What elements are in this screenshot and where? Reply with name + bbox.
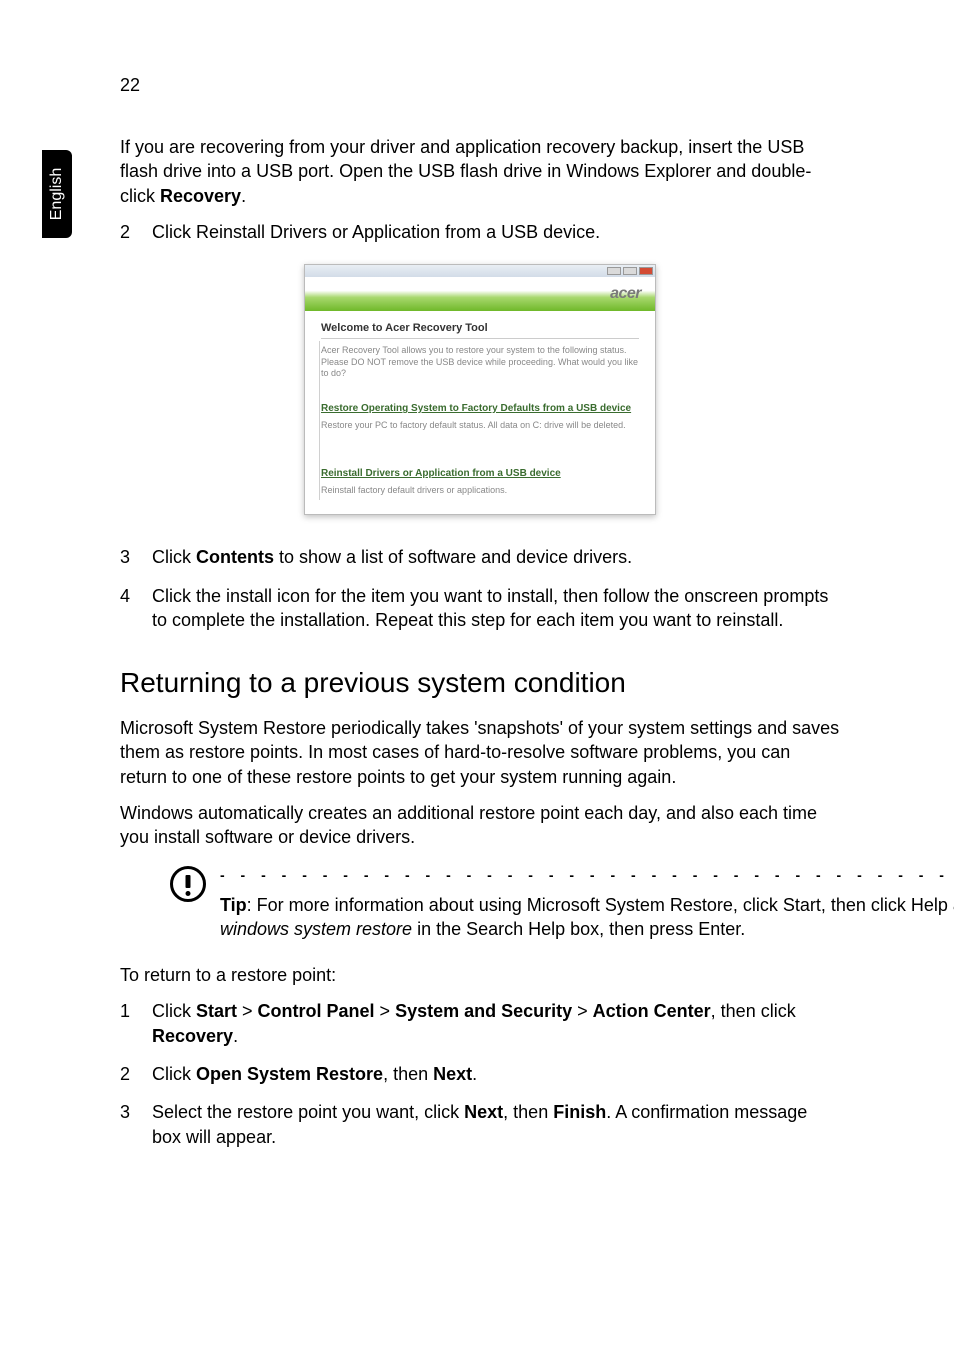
text-bold: Recovery bbox=[152, 1026, 233, 1046]
step-text: Click Contents to show a list of softwar… bbox=[152, 545, 840, 569]
text-fragment: > bbox=[375, 1001, 396, 1021]
divider-line bbox=[319, 341, 320, 500]
return-intro: To return to a restore point: bbox=[120, 963, 840, 987]
minimize-icon bbox=[607, 267, 621, 275]
restore-os-link[interactable]: Restore Operating System to Factory Defa… bbox=[321, 402, 639, 416]
text-bold: Next bbox=[433, 1064, 472, 1084]
close-icon bbox=[639, 267, 653, 275]
screenshot-title: Welcome to Acer Recovery Tool bbox=[321, 321, 639, 336]
return-step-3: 3 Select the restore point you want, cli… bbox=[120, 1100, 840, 1149]
step-2: 2 Click Reinstall Drivers or Application… bbox=[120, 220, 840, 244]
alert-icon bbox=[170, 866, 206, 902]
text-fragment: > bbox=[242, 1001, 258, 1021]
text-fragment: > bbox=[572, 1001, 593, 1021]
text-fragment: . bbox=[233, 1026, 238, 1046]
language-label: English bbox=[48, 168, 66, 220]
step-4: 4 Click the install icon for the item yo… bbox=[120, 584, 840, 633]
brand-bar: acer bbox=[305, 277, 655, 311]
step-num: 3 bbox=[120, 1100, 152, 1149]
step-text: Click Start > Control Panel > System and… bbox=[152, 999, 840, 1048]
return-step-1: 1 Click Start > Control Panel > System a… bbox=[120, 999, 840, 1048]
text-fragment: . bbox=[472, 1064, 477, 1084]
reinstall-drivers-desc: Reinstall factory default drivers or app… bbox=[321, 485, 639, 497]
text-fragment: to show a list of software and device dr… bbox=[274, 547, 632, 567]
step-list-top: 2 Click Reinstall Drivers or Application… bbox=[120, 220, 840, 244]
page-content: If you are recovering from your driver a… bbox=[120, 135, 840, 1167]
reinstall-drivers-link[interactable]: Reinstall Drivers or Application from a … bbox=[321, 467, 639, 481]
return-step-2: 2 Click Open System Restore, then Next. bbox=[120, 1062, 840, 1086]
text-bold: Contents bbox=[196, 547, 274, 567]
return-steps: 1 Click Start > Control Panel > System a… bbox=[120, 999, 840, 1148]
window-titlebar bbox=[305, 265, 655, 277]
step-num: 3 bbox=[120, 545, 152, 569]
tip-text: Tip: For more information about using Mi… bbox=[220, 893, 954, 942]
restore-os-desc: Restore your PC to factory default statu… bbox=[321, 420, 639, 432]
language-tab: English bbox=[42, 150, 72, 238]
text-bold: Action Center bbox=[593, 1001, 711, 1021]
acer-logo: acer bbox=[610, 283, 641, 305]
step-text: Click Open System Restore, then Next. bbox=[152, 1062, 840, 1086]
tip-block: - - - - - - - - - - - - - - - - - - - - … bbox=[170, 866, 840, 941]
screenshot-container: acer Welcome to Acer Recovery Tool Acer … bbox=[120, 264, 840, 515]
text-bold: Start bbox=[196, 1001, 242, 1021]
screenshot-body: Welcome to Acer Recovery Tool Acer Recov… bbox=[305, 311, 655, 514]
text-bold: Next bbox=[464, 1102, 503, 1122]
intro-paragraph: If you are recovering from your driver a… bbox=[120, 135, 840, 208]
step-text: Click the install icon for the item you … bbox=[152, 584, 840, 633]
step-list-mid: 3 Click Contents to show a list of softw… bbox=[120, 545, 840, 632]
step-num: 2 bbox=[120, 1062, 152, 1086]
section-heading: Returning to a previous system condition bbox=[120, 664, 840, 702]
tip-dashes: - - - - - - - - - - - - - - - - - - - - … bbox=[220, 866, 954, 885]
intro-text-2: . bbox=[241, 186, 246, 206]
step-num: 2 bbox=[120, 220, 152, 244]
step-text: Click Reinstall Drivers or Application f… bbox=[152, 220, 840, 244]
screenshot-desc: Acer Recovery Tool allows you to restore… bbox=[321, 345, 639, 380]
text-bold: System and Security bbox=[395, 1001, 572, 1021]
text-fragment: Click bbox=[152, 1064, 196, 1084]
text-fragment: , then click bbox=[711, 1001, 796, 1021]
section-paragraph-2: Windows automatically creates an additio… bbox=[120, 801, 840, 850]
tip-part-2: in the Search Help box, then press Enter… bbox=[412, 919, 745, 939]
text-fragment: Click bbox=[152, 547, 196, 567]
page-number: 22 bbox=[120, 75, 140, 96]
step-num: 4 bbox=[120, 584, 152, 633]
text-fragment: , then bbox=[383, 1064, 433, 1084]
tip-part-1: : For more information about using Micro… bbox=[247, 895, 954, 915]
text-bold: Open System Restore bbox=[196, 1064, 383, 1084]
step-text: Select the restore point you want, click… bbox=[152, 1100, 840, 1149]
text-fragment: Click bbox=[152, 1001, 196, 1021]
text-fragment: Select the restore point you want, click bbox=[152, 1102, 464, 1122]
title-underline bbox=[321, 338, 639, 339]
section-paragraph-1: Microsoft System Restore periodically ta… bbox=[120, 716, 840, 789]
text-fragment: , then bbox=[503, 1102, 553, 1122]
text-bold: Finish bbox=[553, 1102, 606, 1122]
step-num: 1 bbox=[120, 999, 152, 1048]
maximize-icon bbox=[623, 267, 637, 275]
text-bold: Control Panel bbox=[258, 1001, 375, 1021]
tip-label: Tip bbox=[220, 895, 247, 915]
tip-content: - - - - - - - - - - - - - - - - - - - - … bbox=[220, 866, 954, 941]
tip-italic: windows system restore bbox=[220, 919, 412, 939]
intro-bold: Recovery bbox=[160, 186, 241, 206]
step-3: 3 Click Contents to show a list of softw… bbox=[120, 545, 840, 569]
acer-recovery-screenshot: acer Welcome to Acer Recovery Tool Acer … bbox=[304, 264, 656, 515]
